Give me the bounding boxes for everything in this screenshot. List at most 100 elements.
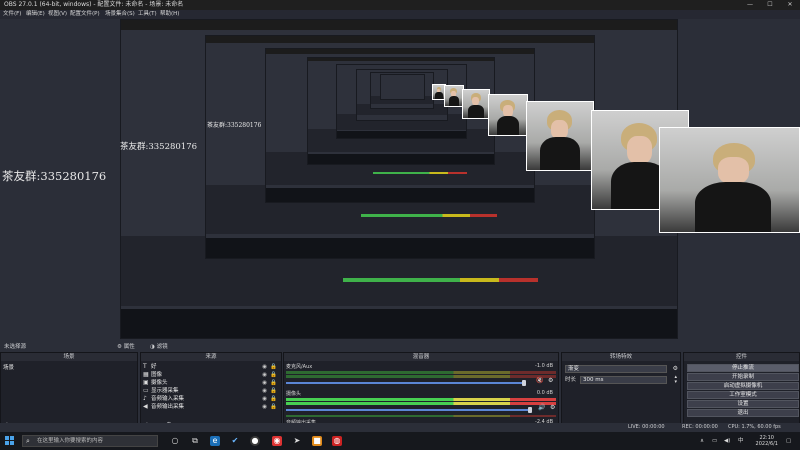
menu-help[interactable]: 帮助(H): [160, 10, 179, 19]
source-item[interactable]: ♪ 音频输入采集 ◉ 🔒: [143, 395, 281, 403]
visibility-eye-icon[interactable]: ◉: [262, 387, 267, 395]
source-item[interactable]: ▣ 摄像头 ◉ 🔒: [143, 379, 281, 387]
app-icon-chrome[interactable]: ◍: [332, 436, 342, 446]
volume-slider[interactable]: [286, 382, 522, 384]
exit-button[interactable]: 退出: [687, 409, 799, 417]
task-view-icon[interactable]: ⧉: [190, 436, 200, 446]
properties-button[interactable]: ⚙ 属性: [117, 342, 135, 350]
taskbar: ⌕ 在这里输入你要搜索的内容 ○ ⧉ e ✔ ● ◉ ➤ ■ ◍ ∧ ▭ ◀) …: [0, 432, 800, 450]
menu-profile[interactable]: 配置文件(P): [70, 10, 100, 19]
volume-meter: [286, 402, 556, 405]
preview-canvas[interactable]: 茶友群:335280176 茶友群:335280176 茶友群:33528017…: [0, 19, 800, 339]
volume-meter: [286, 375, 556, 378]
transitions-header: 转场特效: [562, 353, 680, 361]
source-item[interactable]: T 好 ◉ 🔒: [143, 363, 281, 371]
app-icon-red[interactable]: ◉: [272, 436, 282, 446]
stop-streaming-button[interactable]: 停止推流: [687, 364, 799, 372]
search-icon: ⌕: [26, 437, 30, 445]
network-icon[interactable]: ▭: [712, 432, 717, 450]
settings-button[interactable]: 设置: [687, 400, 799, 408]
audio-mixer-panel: 混音器 麦克风/Aux -1.0 dB 🔇 ⚙ 摄像头 0.0 dB 🔊 ⚙ -…: [283, 352, 559, 432]
visibility-eye-icon[interactable]: ◉: [262, 371, 267, 379]
app-icon-arrow[interactable]: ➤: [292, 436, 302, 446]
camera-thumbnail-3: [488, 94, 528, 136]
taskbar-clock[interactable]: 22:10 2022/6/1: [756, 435, 778, 447]
notification-icon[interactable]: ▢: [786, 432, 791, 450]
camera-thumbnail-4: [462, 89, 490, 119]
visibility-eye-icon[interactable]: ◉: [262, 379, 267, 387]
edge-icon[interactable]: e: [210, 436, 220, 446]
channel-db: -1.0 dB: [535, 363, 553, 369]
obs-window: OBS 27.0.1 (64-bit, windows) - 配置文件: 未命名…: [0, 0, 800, 450]
start-recording-button[interactable]: 开始录制: [687, 373, 799, 381]
volume-slider-knob[interactable]: [528, 407, 532, 413]
windows-start-icon[interactable]: [5, 436, 15, 446]
gear-icon: ⚙: [117, 344, 122, 350]
source-item[interactable]: ▭ 显示器采集 ◉ 🔒: [143, 387, 281, 395]
speaker-icon[interactable]: 🔊: [538, 404, 545, 411]
volume-slider[interactable]: [286, 409, 528, 411]
scenes-header: 场景: [1, 353, 137, 361]
transition-type-select[interactable]: 渐变: [565, 365, 667, 373]
maximize-icon[interactable]: ☐: [760, 0, 780, 10]
cortana-icon[interactable]: ○: [170, 436, 180, 446]
studio-mode-button[interactable]: 工作室模式: [687, 391, 799, 399]
speaker-icon: ◀: [143, 403, 148, 410]
status-bar: LIVE: 00:00:00 REC: 00:00:00 CPU: 1.7%, …: [0, 423, 800, 432]
lock-icon[interactable]: 🔒: [270, 379, 277, 387]
visibility-eye-icon[interactable]: ◉: [262, 395, 267, 403]
app-icon-orange[interactable]: ■: [312, 436, 322, 446]
camera-thumbnail-5: [444, 85, 464, 107]
menu-edit[interactable]: 编辑(E): [26, 10, 45, 19]
lock-icon[interactable]: 🔒: [270, 387, 277, 395]
image-icon: ▦: [143, 371, 149, 378]
source-list: T 好 ◉ 🔒 ▦ 图像 ◉ 🔒 ▣ 摄像头 ◉ 🔒 ▭ 显示器采集 ◉ 🔒 ♪ 音频输入采集 ◉ 🔒 ◀ 音频…: [141, 361, 281, 419]
taskbar-search[interactable]: ⌕ 在这里输入你要搜索的内容: [22, 435, 158, 447]
gear-icon[interactable]: ⚙: [550, 404, 555, 411]
volume-slider-knob[interactable]: [522, 380, 526, 386]
sources-panel: 来源 T 好 ◉ 🔒 ▦ 图像 ◉ 🔒 ▣ 摄像头 ◉ 🔒 ▭ 显示器采集 ◉ 🔒 ♪ 音频输入采集 ◉ 🔒 …: [140, 352, 282, 432]
menu-tools[interactable]: 工具(T): [138, 10, 157, 19]
scene-item[interactable]: 场景: [1, 364, 137, 372]
gear-icon[interactable]: ⚙: [673, 365, 678, 372]
window-title: OBS 27.0.1 (64-bit, windows) - 配置文件: 未命名…: [4, 1, 184, 8]
menu-view[interactable]: 视图(V): [48, 10, 67, 19]
spin-arrows-icon[interactable]: ▴ ▾: [674, 375, 677, 385]
filters-button[interactable]: ◑ 滤镜: [150, 342, 168, 350]
visibility-eye-icon[interactable]: ◉: [262, 403, 267, 411]
cpu-status: CPU: 1.7%, 60.00 fps: [728, 424, 781, 430]
tray-chevron-icon[interactable]: ∧: [700, 432, 704, 450]
volume-meter: [286, 415, 556, 417]
channel-db: 0.0 dB: [536, 390, 553, 396]
close-icon[interactable]: ✕: [780, 0, 800, 10]
minimize-icon[interactable]: —: [740, 0, 760, 10]
ime-icon[interactable]: 中: [738, 432, 744, 450]
volume-meter: [286, 371, 556, 374]
monitor-icon: ▭: [143, 387, 149, 394]
source-item[interactable]: ◀ 音频输出采集 ◉ 🔒: [143, 403, 281, 411]
lock-icon[interactable]: 🔒: [270, 395, 277, 403]
duration-label: 时长: [565, 377, 577, 383]
start-virtual-camera-button[interactable]: 启动虚拟摄像机: [687, 382, 799, 390]
gear-icon[interactable]: ⚙: [548, 377, 553, 384]
source-item[interactable]: ▦ 图像 ◉ 🔒: [143, 371, 281, 379]
lock-icon[interactable]: 🔒: [270, 363, 277, 371]
controls-panel: 控件 停止推流 开始录制 启动虚拟摄像机 工作室模式 设置 退出: [683, 352, 800, 432]
obs-icon[interactable]: ●: [250, 436, 260, 446]
title-bar: OBS 27.0.1 (64-bit, windows) - 配置文件: 未命名…: [0, 0, 800, 10]
camera-thumbnail-2: [526, 101, 594, 171]
app-icon[interactable]: ✔: [230, 436, 240, 446]
channel-name: 摄像头: [286, 391, 302, 397]
overlay-text-medium: 茶友群:335280176: [120, 142, 198, 152]
muted-speaker-icon[interactable]: 🔇: [536, 377, 543, 384]
sources-header: 来源: [141, 353, 281, 361]
visibility-eye-icon[interactable]: ◉: [262, 363, 267, 371]
lock-icon[interactable]: 🔒: [270, 403, 277, 411]
menu-file[interactable]: 文件(F): [3, 10, 21, 19]
scenes-panel: 场景 场景 +−∧∨: [0, 352, 138, 432]
volume-icon[interactable]: ◀): [724, 432, 730, 450]
lock-icon[interactable]: 🔒: [270, 371, 277, 379]
menu-scene-collection[interactable]: 场景集合(S): [105, 10, 135, 19]
rec-status: REC: 00:00:00: [682, 424, 718, 430]
duration-input[interactable]: 300 ms: [580, 376, 667, 384]
